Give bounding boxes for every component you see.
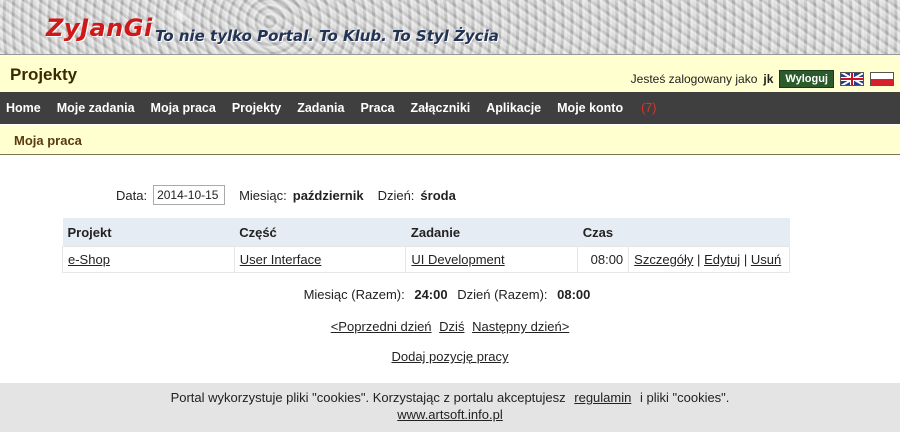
day-total-value: 08:00 xyxy=(557,287,591,302)
next-day-link[interactable]: Następny dzień> xyxy=(472,319,569,334)
nav-home[interactable]: Home xyxy=(0,101,49,115)
month-value: październik xyxy=(292,187,364,203)
month-total-label: Miesiąc (Razem): xyxy=(303,287,405,302)
page-title: Projekty xyxy=(10,65,78,84)
footer: Portal wykorzystuje pliki "cookies". Kor… xyxy=(0,383,900,432)
table-header-row: Projekt Część Zadanie Czas xyxy=(62,218,790,247)
table-row: e-Shop User Interface UI Development 08:… xyxy=(62,246,790,273)
nav-my-work[interactable]: Moja praca xyxy=(143,101,224,115)
column-header-time: Czas xyxy=(577,218,790,247)
logged-in-text: Jesteś zalogowany jako xyxy=(630,72,758,86)
cell-actions: Szczegóły | Edytuj | Usuń xyxy=(628,246,790,273)
terms-link[interactable]: regulamin xyxy=(574,390,631,405)
part-link[interactable]: User Interface xyxy=(240,252,322,267)
nav-tasks[interactable]: Zadania xyxy=(289,101,352,115)
website-link[interactable]: www.artsoft.info.pl xyxy=(397,407,503,422)
delete-link[interactable]: Usuń xyxy=(751,252,781,267)
task-link[interactable]: UI Development xyxy=(411,252,504,267)
cookie-notice: Portal wykorzystuje pliki "cookies". Kor… xyxy=(0,383,900,405)
username: jk xyxy=(763,72,774,86)
site-logo[interactable]: ZyJanGi xyxy=(46,14,153,42)
day-total-label: Dzień (Razem): xyxy=(457,287,548,302)
today-link[interactable]: Dziś xyxy=(439,319,464,334)
cookie-text-after: i pliki "cookies". xyxy=(639,390,730,405)
column-header-project: Projekt xyxy=(62,218,235,247)
work-table: Projekt Część Zadanie Czas e-Shop User I… xyxy=(62,218,790,273)
site-slogan: To nie tylko Portal. To Klub. To Styl Ży… xyxy=(155,27,499,45)
column-header-part: Część xyxy=(234,218,406,247)
user-box: Jesteś zalogowany jako jk Wyloguj xyxy=(631,70,894,88)
website-line: www.artsoft.info.pl xyxy=(0,405,900,422)
nav-applications[interactable]: Aplikacje xyxy=(478,101,549,115)
cell-task: UI Development xyxy=(405,246,579,273)
project-link[interactable]: e-Shop xyxy=(68,252,110,267)
month-label: Miesiąc: xyxy=(239,187,287,203)
nav-work[interactable]: Praca xyxy=(352,101,402,115)
date-label: Data: xyxy=(116,187,148,203)
previous-day-link[interactable]: <Poprzedni dzień xyxy=(331,319,432,334)
add-work-row: Dodaj pozycję pracy xyxy=(0,349,900,364)
nav-projects[interactable]: Projekty xyxy=(224,101,289,115)
main-content: Data: Miesiąc: październik Dzień: środa … xyxy=(0,155,900,383)
nav-my-account[interactable]: Moje konto xyxy=(549,101,631,115)
cell-part: User Interface xyxy=(233,246,407,273)
day-navigation: <Poprzedni dzień Dziś Następny dzień> xyxy=(0,319,900,334)
cell-project: e-Shop xyxy=(62,246,235,273)
edit-link[interactable]: Edytuj xyxy=(704,252,740,267)
section-title: Moja praca xyxy=(14,133,82,148)
date-filter: Data: Miesiąc: październik Dzień: środa xyxy=(116,185,456,205)
header-banner: ZyJanGi To nie tylko Portal. To Klub. To… xyxy=(0,0,900,55)
notification-count[interactable]: (7) xyxy=(631,101,656,115)
month-total-value: 24:00 xyxy=(414,287,448,302)
date-input[interactable] xyxy=(153,185,226,205)
cell-time: 08:00 xyxy=(577,246,630,273)
day-label: Dzień: xyxy=(377,187,415,203)
column-header-task: Zadanie xyxy=(405,218,578,247)
details-link[interactable]: Szczegóły xyxy=(634,252,693,267)
polish-flag-icon[interactable] xyxy=(870,72,894,86)
title-bar: Projekty Jesteś zalogowany jako jk Wylog… xyxy=(0,55,900,92)
english-flag-icon[interactable] xyxy=(840,72,864,86)
day-value: środa xyxy=(420,187,456,203)
totals-row: Miesiąc (Razem): 24:00 Dzień (Razem): 08… xyxy=(0,287,900,302)
main-nav: Home Moje zadania Moja praca Projekty Za… xyxy=(0,92,900,124)
section-bar: Moja praca xyxy=(0,125,900,155)
nav-attachments[interactable]: Załączniki xyxy=(403,101,479,115)
nav-my-tasks[interactable]: Moje zadania xyxy=(49,101,143,115)
logout-button[interactable]: Wyloguj xyxy=(779,70,834,88)
cookie-text: Portal wykorzystuje pliki "cookies". Kor… xyxy=(170,390,566,405)
add-work-link[interactable]: Dodaj pozycję pracy xyxy=(391,349,508,364)
